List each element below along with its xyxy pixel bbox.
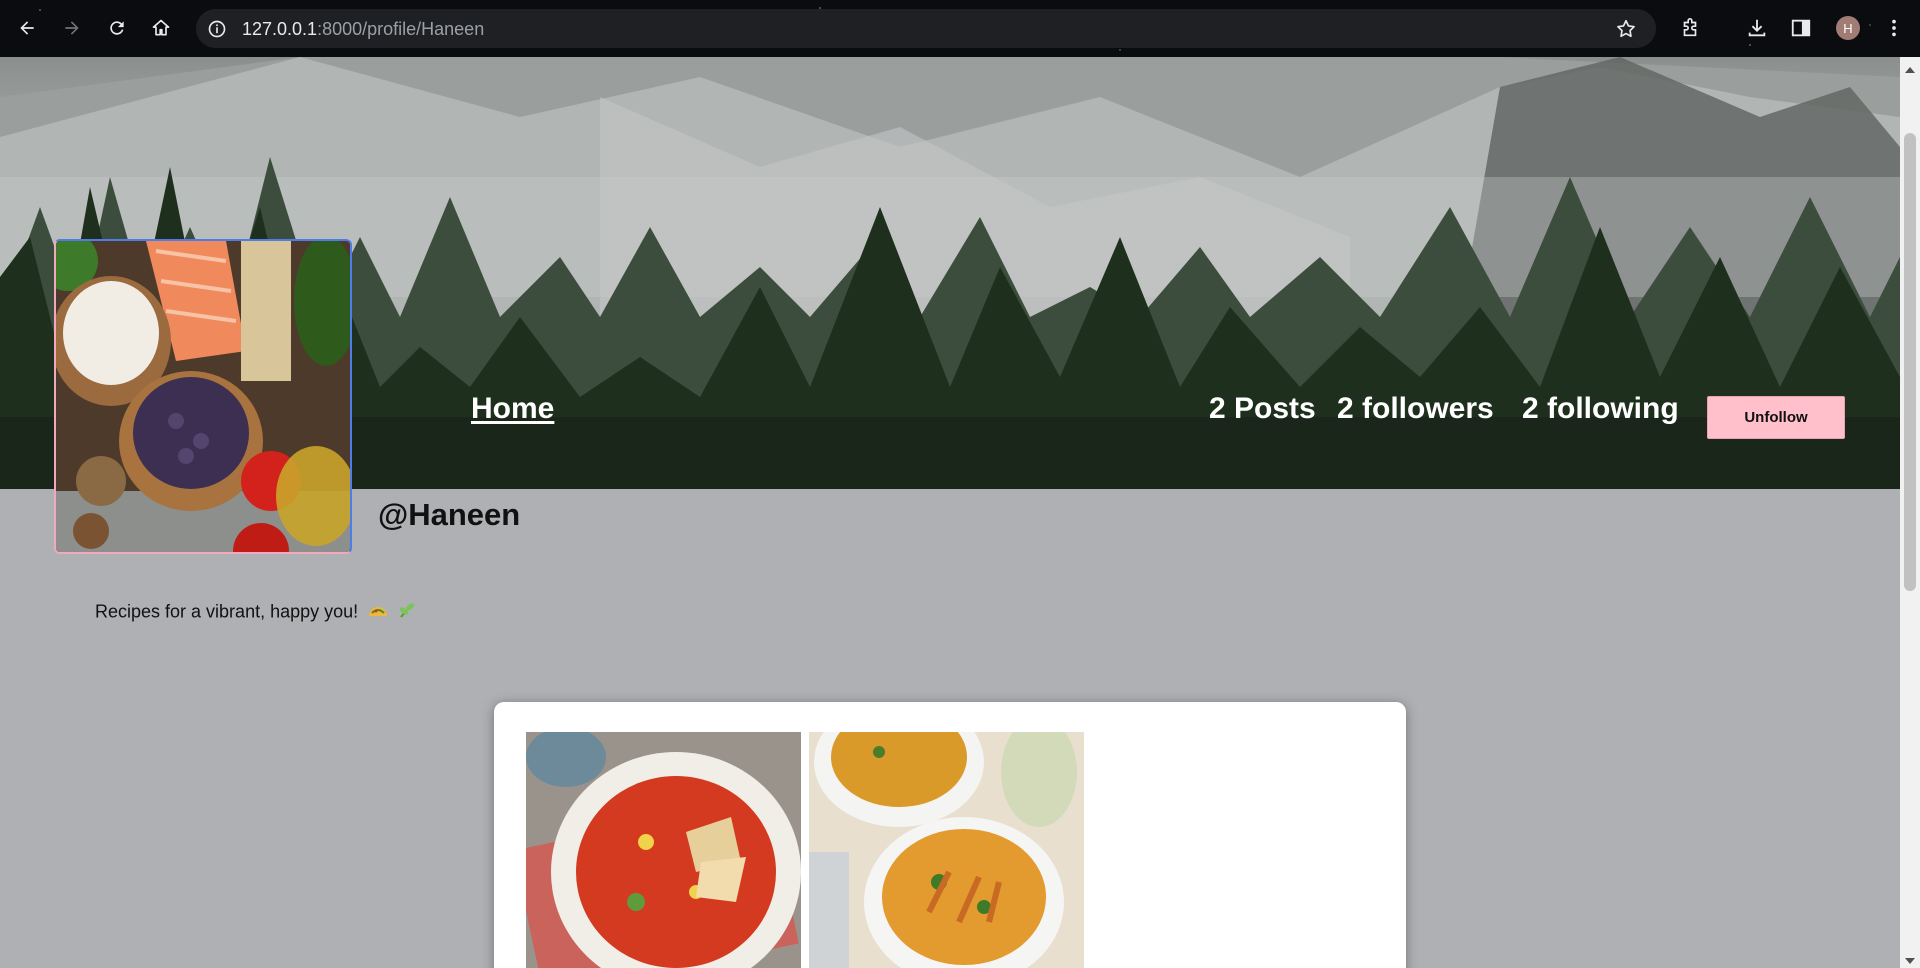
profile-picture (54, 239, 352, 554)
address-bar[interactable]: 127.0.0.1:8000/profile/Haneen (196, 9, 1656, 48)
arrow-left-icon (20, 21, 34, 35)
scroll-up-icon[interactable] (1905, 67, 1915, 73)
site-info-icon[interactable] (206, 18, 228, 40)
bookmark-star-icon[interactable] (1614, 17, 1638, 41)
downloads-button[interactable] (1743, 14, 1771, 42)
page-scrollbar[interactable] (1900, 57, 1920, 968)
pasta-image (809, 732, 1084, 968)
profile-username: @Haneen (378, 497, 521, 532)
puzzle-icon (1683, 18, 1697, 37)
profile-avatar-button[interactable]: H (1836, 16, 1860, 40)
arrow-right-icon (65, 21, 79, 35)
unfollow-button[interactable]: Unfollow (1707, 396, 1845, 439)
bio-text: Recipes for a vibrant, happy you! (95, 601, 359, 622)
herb-emoji-icon (398, 601, 416, 624)
scrollbar-thumb[interactable] (1904, 133, 1916, 591)
home-button[interactable] (145, 12, 177, 44)
post-thumbnail[interactable] (526, 732, 801, 968)
followers-count[interactable]: 2 followers (1337, 392, 1494, 426)
posts-grid (494, 702, 1406, 968)
url-host: 127.0.0.1 (242, 19, 318, 39)
menu-button[interactable] (1880, 14, 1908, 42)
reload-button[interactable] (101, 12, 133, 44)
back-button[interactable] (11, 12, 43, 44)
healthy-food-image (56, 241, 350, 552)
download-icon (1748, 19, 1766, 37)
profile-bio: Recipes for a vibrant, happy you! (95, 601, 416, 624)
post-thumbnail[interactable] (809, 732, 1084, 968)
browser-toolbar: 127.0.0.1:8000/profile/Haneen H (0, 0, 1920, 57)
posts-count[interactable]: 2 Posts (1209, 392, 1316, 426)
taco-emoji-icon (367, 602, 389, 623)
extensions-button[interactable] (1676, 14, 1704, 42)
kebab-menu-icon (1892, 19, 1896, 37)
url-path: :8000/profile/Haneen (317, 19, 485, 39)
nav-home-link[interactable]: Home (471, 392, 554, 426)
reload-icon (110, 21, 124, 35)
home-icon (152, 19, 170, 36)
url-text[interactable]: 127.0.0.1:8000/profile/Haneen (242, 19, 484, 40)
scroll-down-icon[interactable] (1905, 958, 1915, 964)
forward-button[interactable] (56, 12, 88, 44)
side-panel-icon (1791, 19, 1811, 37)
following-count[interactable]: 2 following (1522, 392, 1679, 426)
soup-image (526, 732, 801, 968)
side-panel-button[interactable] (1787, 14, 1815, 42)
